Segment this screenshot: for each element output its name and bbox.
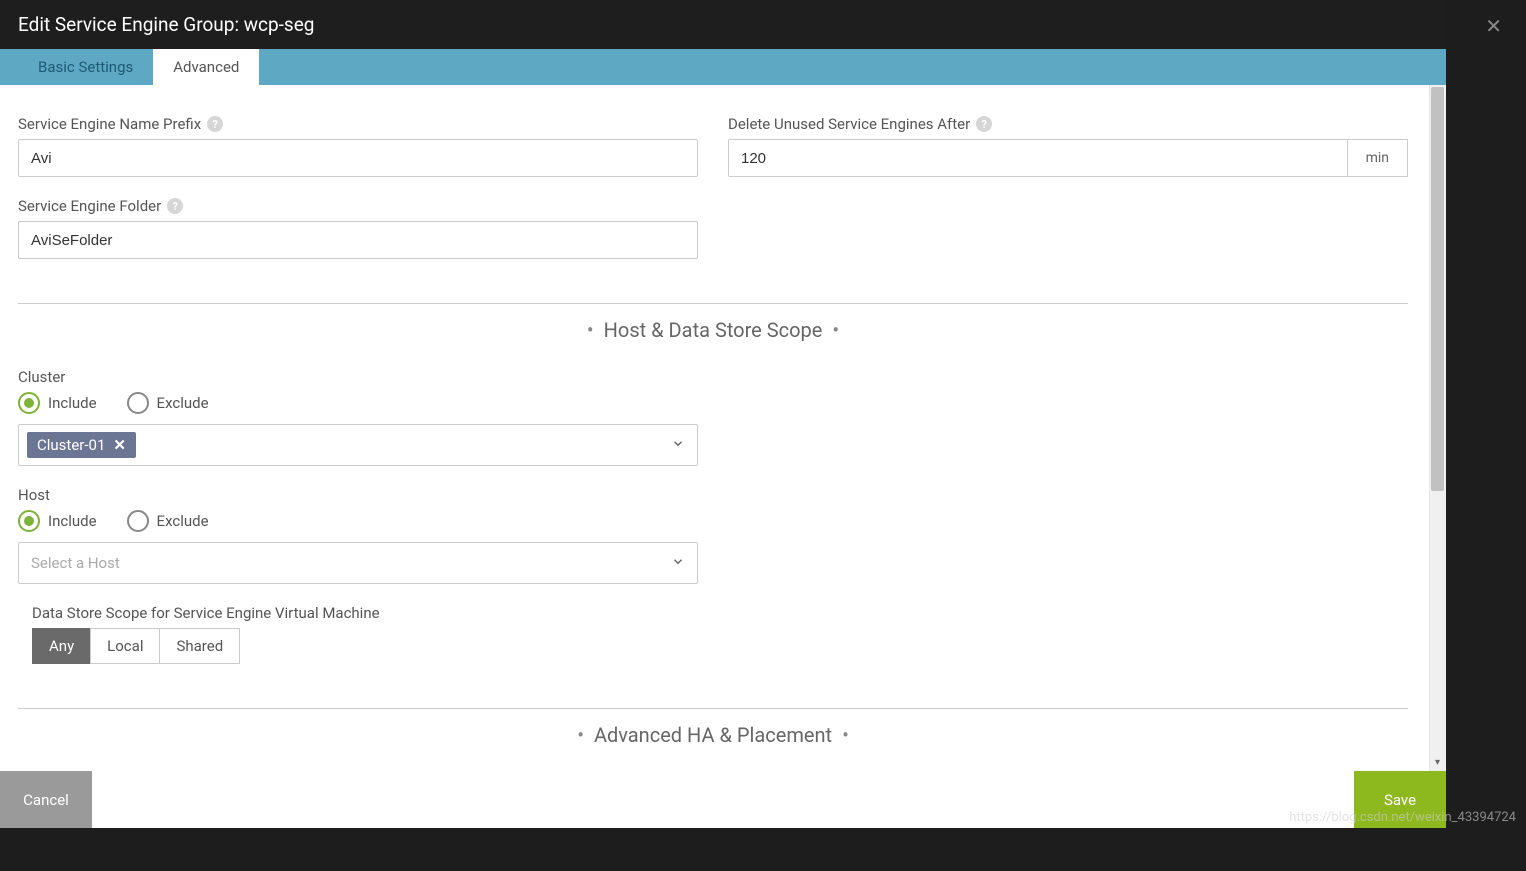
backdrop bbox=[0, 828, 1526, 871]
ds-scope-label: Data Store Scope for Service Engine Virt… bbox=[32, 604, 698, 622]
host-include-radio[interactable]: Include bbox=[18, 510, 97, 532]
cluster-include-radio[interactable]: Include bbox=[18, 392, 97, 414]
host-select[interactable]: Select a Host bbox=[18, 542, 698, 584]
se-folder-input[interactable] bbox=[18, 221, 698, 259]
se-name-prefix-label: Service Engine Name Prefix ? bbox=[18, 115, 698, 133]
remove-tag-icon[interactable]: ✕ bbox=[113, 436, 126, 454]
ds-scope-local[interactable]: Local bbox=[90, 628, 160, 664]
tab-advanced[interactable]: Advanced bbox=[153, 49, 259, 85]
radio-icon bbox=[127, 510, 149, 532]
save-button[interactable]: Save bbox=[1354, 771, 1446, 828]
host-label: Host bbox=[18, 486, 698, 504]
cluster-label: Cluster bbox=[18, 368, 698, 386]
help-icon[interactable]: ? bbox=[167, 198, 183, 214]
cancel-button[interactable]: Cancel bbox=[0, 771, 92, 828]
modal-header: Edit Service Engine Group: wcp-seg bbox=[0, 0, 1446, 49]
host-placeholder: Select a Host bbox=[27, 550, 124, 576]
cluster-tag: Cluster-01 ✕ bbox=[27, 432, 136, 458]
backdrop: ✕ bbox=[1446, 0, 1526, 828]
chevron-down-icon bbox=[671, 554, 685, 573]
radio-icon bbox=[18, 510, 40, 532]
chevron-down-icon bbox=[671, 436, 685, 455]
modal-footer: Cancel Save bbox=[0, 771, 1446, 828]
delete-unused-label: Delete Unused Service Engines After ? bbox=[728, 115, 1408, 133]
help-icon[interactable]: ? bbox=[207, 116, 223, 132]
radio-icon bbox=[127, 392, 149, 414]
se-name-prefix-input[interactable] bbox=[18, 139, 698, 177]
help-icon[interactable]: ? bbox=[976, 116, 992, 132]
tab-basic-settings[interactable]: Basic Settings bbox=[18, 49, 153, 85]
scrollbar-thumb[interactable] bbox=[1431, 87, 1444, 491]
section-host-ds: Host & Data Store Scope bbox=[0, 304, 1426, 368]
modal-title: Edit Service Engine Group: wcp-seg bbox=[18, 13, 314, 36]
scrollbar[interactable]: ▾ bbox=[1429, 85, 1446, 771]
se-folder-label: Service Engine Folder ? bbox=[18, 197, 698, 215]
ds-scope-shared[interactable]: Shared bbox=[159, 628, 240, 664]
radio-icon bbox=[18, 392, 40, 414]
cluster-exclude-radio[interactable]: Exclude bbox=[127, 392, 209, 414]
tab-bar: Basic Settings Advanced bbox=[0, 49, 1446, 85]
close-icon[interactable]: ✕ bbox=[1485, 14, 1502, 38]
host-exclude-radio[interactable]: Exclude bbox=[127, 510, 209, 532]
modal-content: Service Engine Name Prefix ? Service Eng… bbox=[0, 85, 1426, 771]
ds-scope-any[interactable]: Any bbox=[32, 628, 91, 664]
delete-unused-input[interactable] bbox=[728, 139, 1348, 177]
scroll-down-icon[interactable]: ▾ bbox=[1432, 757, 1443, 768]
section-ha-placement: Advanced HA & Placement bbox=[0, 709, 1426, 771]
cluster-select[interactable]: Cluster-01 ✕ bbox=[18, 424, 698, 466]
delete-unused-unit: min bbox=[1348, 139, 1408, 177]
